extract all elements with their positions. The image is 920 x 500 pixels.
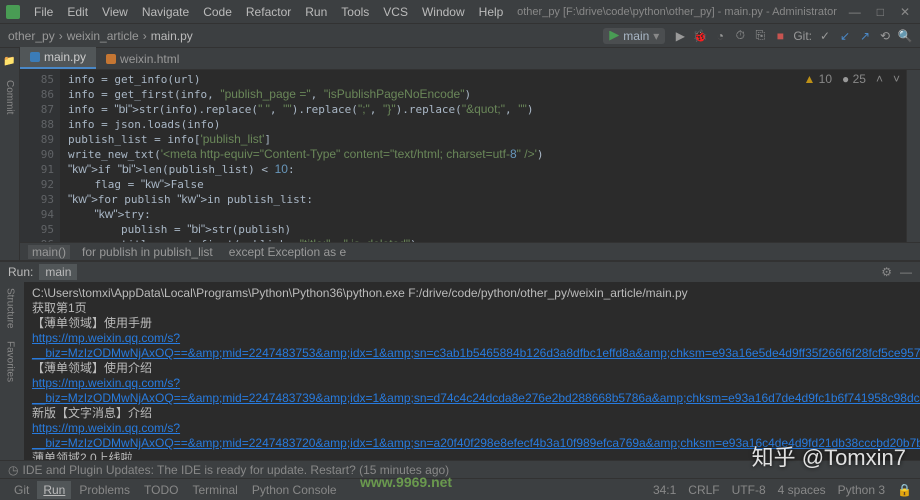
- menu-help[interactable]: Help: [473, 3, 510, 21]
- menu-vcs[interactable]: VCS: [377, 3, 414, 21]
- tool-window-python-console[interactable]: Python Console: [246, 481, 343, 499]
- run-tool-window: Run: main ⚙ — ▶ ■ ⏸ ⬇ ↑ 🖶 🗑 C:\Users\tom…: [0, 260, 920, 460]
- console-line: 获取第1页: [32, 301, 912, 316]
- console-link[interactable]: https://mp.weixin.qq.com/s?__biz=MzIzODM…: [32, 421, 912, 451]
- git-label: Git:: [793, 29, 812, 43]
- commit-tool[interactable]: Commit: [4, 80, 15, 114]
- structure-tool[interactable]: Structure: [5, 288, 16, 329]
- language[interactable]: Python 3: [838, 483, 885, 497]
- menu-code[interactable]: Code: [197, 3, 238, 21]
- structure-crumb[interactable]: main(): [28, 245, 70, 259]
- lock-icon[interactable]: 🔒: [897, 483, 912, 497]
- coverage-icon[interactable]: ◔: [713, 29, 727, 43]
- code-editor[interactable]: 85 86 87 88 89 90 91 92 93 94 95 96 97 i…: [20, 70, 920, 242]
- structure-crumb[interactable]: except Exception as e: [225, 245, 350, 259]
- menu-tools[interactable]: Tools: [335, 3, 375, 21]
- menu-edit[interactable]: Edit: [61, 3, 94, 21]
- chevron-down-icon[interactable]: ˅: [893, 72, 900, 86]
- tool-window-todo[interactable]: TODO: [138, 481, 184, 499]
- console-line: 薄单领域2.0上线啦: [32, 451, 912, 460]
- indent[interactable]: 4 spaces: [778, 483, 826, 497]
- statusbar: GitRunProblemsTODOTerminalPython Console…: [0, 478, 920, 500]
- run-icon[interactable]: ▶: [673, 29, 687, 43]
- tool-window-terminal[interactable]: Terminal: [187, 481, 244, 499]
- run-config-selector[interactable]: main ▾: [603, 28, 665, 44]
- editor-tabs: main.pyweixin.html: [20, 48, 920, 70]
- vcs-commit-icon[interactable]: ↙: [838, 29, 852, 43]
- vcs-push-icon[interactable]: ↗: [858, 29, 872, 43]
- breadcrumb: other_py›weixin_article›main.py: [8, 29, 193, 43]
- ide-message[interactable]: IDE and Plugin Updates: The IDE is ready…: [22, 463, 449, 477]
- breadcrumb-item[interactable]: weixin_article: [67, 29, 139, 43]
- editor-tab[interactable]: main.py: [20, 47, 96, 69]
- editor-tab[interactable]: weixin.html: [96, 49, 189, 69]
- stop-icon[interactable]: ■: [773, 29, 787, 43]
- tool-window-git[interactable]: Git: [8, 481, 35, 499]
- profile-icon[interactable]: ⏱: [733, 29, 747, 43]
- scrollbar-rail[interactable]: [906, 70, 920, 242]
- breadcrumb-item[interactable]: main.py: [151, 29, 193, 43]
- line-gutter: 85 86 87 88 89 90 91 92 93 94 95 96 97: [20, 70, 60, 242]
- inspection-indicators: 10 25 ˄ ˅: [803, 72, 900, 86]
- console-line: 新版【文字消息】介绍: [32, 406, 912, 421]
- debug-icon[interactable]: 🐞: [693, 29, 707, 43]
- breadcrumb-item[interactable]: other_py: [8, 29, 55, 43]
- window-controls: — □ ✕: [845, 5, 914, 19]
- weak-warnings-count[interactable]: 25: [842, 72, 866, 86]
- left-tool-rail: 📁 Commit: [0, 48, 20, 260]
- file-icon: [30, 52, 40, 62]
- app-icon: [6, 5, 20, 19]
- structure-crumb[interactable]: for publish in publish_list: [78, 245, 217, 259]
- menu-run[interactable]: Run: [299, 3, 333, 21]
- tool-window-problems[interactable]: Problems: [73, 481, 136, 499]
- vcs-update-icon[interactable]: ✓: [818, 29, 832, 43]
- gear-icon[interactable]: ⚙: [881, 265, 892, 279]
- window-title: other_py [F:\drive\code\python\other_py]…: [509, 6, 844, 18]
- console-line: 【薄单领域】使用手册: [32, 316, 912, 331]
- run-tab[interactable]: main: [39, 264, 77, 280]
- console-line: C:\Users\tomxi\AppData\Local\Programs\Py…: [32, 286, 912, 301]
- menu-navigate[interactable]: Navigate: [136, 3, 195, 21]
- encoding[interactable]: UTF-8: [732, 483, 766, 497]
- chevron-up-icon[interactable]: ˄: [876, 72, 883, 86]
- tool-window-run[interactable]: Run: [37, 481, 71, 499]
- structure-breadcrumb: main() for publish in publish_list except …: [20, 242, 920, 260]
- warnings-count[interactable]: 10: [803, 72, 832, 86]
- console-output[interactable]: C:\Users\tomxi\AppData\Local\Programs\Py…: [24, 282, 920, 460]
- menu-file[interactable]: File: [28, 3, 59, 21]
- search-icon[interactable]: 🔍: [898, 29, 912, 43]
- close-button[interactable]: ✕: [896, 5, 914, 19]
- menu-refactor[interactable]: Refactor: [240, 3, 297, 21]
- vcs-history-icon[interactable]: ⟲: [878, 29, 892, 43]
- run-title: Run:: [8, 265, 33, 279]
- navigation-bar: other_py›weixin_article›main.py main ▾ ▶…: [0, 24, 920, 48]
- minimize-button[interactable]: —: [845, 5, 865, 19]
- message-bar: ◷ IDE and Plugin Updates: The IDE is rea…: [0, 460, 920, 478]
- console-link[interactable]: https://mp.weixin.qq.com/s?__biz=MzIzODM…: [32, 376, 912, 406]
- project-tool[interactable]: 📁: [4, 56, 15, 68]
- console-link[interactable]: https://mp.weixin.qq.com/s?__biz=MzIzODM…: [32, 331, 912, 361]
- maximize-button[interactable]: □: [873, 5, 888, 19]
- console-line: 【薄单领域】使用介绍: [32, 361, 912, 376]
- run-header: Run: main ⚙ —: [0, 262, 920, 282]
- titlebar: FileEditViewNavigateCodeRefactorRunTools…: [0, 0, 920, 24]
- hide-icon[interactable]: —: [900, 265, 912, 279]
- main-menu: FileEditViewNavigateCodeRefactorRunTools…: [28, 3, 509, 21]
- caret-position[interactable]: 34:1: [653, 483, 676, 497]
- tool-window-tabs: GitRunProblemsTODOTerminalPython Console: [8, 481, 343, 499]
- left-tool-rail-bottom: Structure Favorites: [0, 280, 20, 478]
- attach-icon[interactable]: ⎘: [753, 29, 767, 43]
- favorites-tool[interactable]: Favorites: [5, 341, 16, 382]
- menu-view[interactable]: View: [96, 3, 134, 21]
- event-log-icon[interactable]: ◷: [8, 463, 18, 477]
- menu-window[interactable]: Window: [416, 3, 471, 21]
- file-icon: [106, 54, 116, 64]
- line-ending[interactable]: CRLF: [688, 483, 719, 497]
- code-content[interactable]: info = get_info(url) info = get_first(in…: [60, 70, 920, 242]
